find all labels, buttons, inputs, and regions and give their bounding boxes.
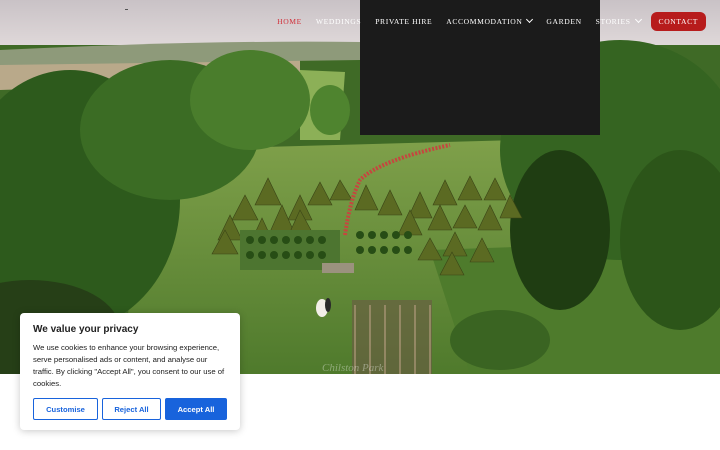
cookie-consent-banner: We value your privacy We use cookies to … [20,313,240,430]
nav-item-label: ACCOMMODATION [446,16,523,26]
nav-item-garden[interactable]: GARDEN [546,17,581,26]
nav-item-home[interactable]: HOME [277,17,302,26]
logo-mark [125,9,128,10]
nav-item-label: HOME [277,16,302,26]
nav-item-label: STORIES [595,16,631,26]
nav-item-label: GARDEN [546,16,582,26]
nav-item-private-hire[interactable]: PRIVATE HIRE [375,17,432,26]
nav-item-label: WEDDINGS [315,16,362,26]
cookie-button-row: Customise Reject All Accept All [33,398,227,420]
nav-item-weddings[interactable]: WEDDINGS [316,17,361,26]
cookie-body-text: We use cookies to enhance your browsing … [33,343,225,388]
nav-item-stories[interactable]: STORIES [595,15,642,26]
contact-button[interactable]: CONTACT [650,11,706,31]
nav-item-accommodation[interactable]: ACCOMMODATION [446,15,534,26]
chevron-down-icon [634,15,642,24]
nav-item-label: PRIVATE HIRE [375,16,433,26]
cookie-title: We value your privacy [33,324,139,335]
photo-watermark: Chilston Park [322,362,384,374]
main-nav: HOME WEDDINGS PRIVATE HIRE ACCOMMODATION… [263,11,706,31]
chevron-down-icon [526,15,534,24]
customise-button[interactable]: Customise [33,398,98,420]
accept-all-button[interactable]: Accept All [165,398,227,420]
reject-all-button[interactable]: Reject All [102,398,161,420]
